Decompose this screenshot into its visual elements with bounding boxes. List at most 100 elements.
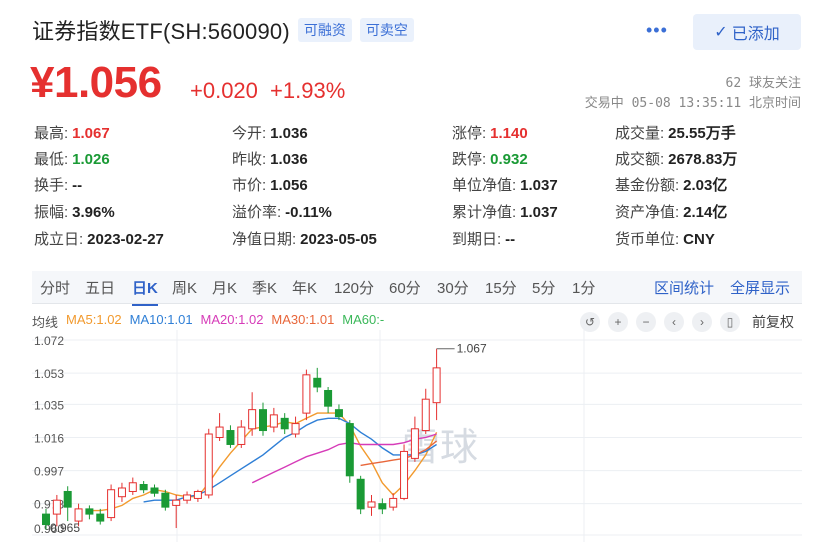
max-price-label: 1.067: [457, 342, 487, 356]
stat-net-assets: 资产净值: 2.14亿: [615, 204, 728, 221]
tab-intraday[interactable]: 分时: [40, 277, 70, 298]
interval-stats-link[interactable]: 区间统计: [654, 277, 714, 298]
added-label: 已添加: [731, 26, 780, 43]
stat-acc-nav: 累计净值: 1.037: [452, 204, 558, 221]
candle: [410, 416, 419, 462]
stat-amount: 成交额: 2678.83万: [615, 151, 738, 168]
candle-body: [269, 414, 278, 428]
adjust-mode-label[interactable]: 前复权: [752, 312, 794, 332]
tab-120min[interactable]: 120分: [334, 277, 374, 298]
candle: [117, 482, 126, 502]
change-percent: +1.93%: [270, 78, 346, 103]
candle: [237, 420, 246, 448]
stock-header: 证券指数ETF(SH:560090) 可融资 可卖空: [32, 14, 414, 46]
chevron-left-icon[interactable]: ‹: [664, 312, 684, 332]
candle-body: [237, 426, 246, 445]
added-watchlist-button[interactable]: ✓ 已添加: [693, 14, 801, 50]
candle-body: [128, 482, 137, 492]
candle: [204, 428, 213, 499]
candle: [63, 486, 72, 522]
candle-body: [248, 409, 257, 430]
candle-body: [161, 492, 170, 508]
candle: [345, 420, 354, 483]
candle: [139, 481, 148, 494]
candle-body: [313, 377, 322, 388]
candle-body: [324, 389, 333, 407]
candle: [107, 484, 116, 522]
candle-body: [150, 487, 159, 494]
tab-quarterly-k[interactable]: 季K: [252, 277, 277, 298]
stat-premium: 溢价率: -0.11%: [232, 204, 332, 221]
candle: [313, 367, 322, 393]
tab-5min[interactable]: 5分: [532, 277, 555, 298]
candle-body: [389, 497, 398, 508]
candle: [85, 505, 94, 520]
tab-60min[interactable]: 60分: [389, 277, 421, 298]
stat-low: 最低: 1.026: [34, 151, 110, 168]
reset-icon[interactable]: ↺: [580, 312, 600, 332]
candle-body: [172, 499, 181, 506]
candle-body: [139, 484, 148, 491]
ma10-value: MA10:1.01: [129, 312, 193, 327]
candle-body: [345, 423, 354, 477]
stat-volume: 成交量: 25.55万手: [615, 125, 736, 142]
tab-monthly-k[interactable]: 月K: [212, 277, 237, 298]
stat-limit-up: 涨停: 1.140: [452, 125, 528, 142]
candle: [432, 348, 441, 421]
short-tag[interactable]: 可卖空: [359, 18, 414, 42]
ma30-value: MA30:1.01: [271, 312, 335, 327]
tab-30min[interactable]: 30分: [437, 277, 469, 298]
stat-high: 最高: 1.067: [34, 125, 110, 142]
stat-nav-date: 净值日期: 2023-05-05: [232, 231, 377, 248]
candle-body: [291, 423, 300, 435]
fullscreen-link[interactable]: 全屏显示: [730, 277, 790, 298]
chevron-right-icon[interactable]: ›: [692, 312, 712, 332]
tab-15min[interactable]: 15分: [485, 277, 517, 298]
y-tick-label: 1.053: [34, 367, 64, 381]
tab-five-day[interactable]: 五日: [85, 277, 115, 298]
candle-body: [204, 433, 213, 496]
y-tick-label: 1.072: [34, 334, 64, 348]
candle-type-icon[interactable]: ▯: [720, 312, 740, 332]
candle: [356, 475, 365, 515]
margin-tag[interactable]: 可融资: [297, 18, 352, 42]
stat-fund-shares: 基金份额: 2.03亿: [615, 177, 728, 194]
y-tick-label: 1.016: [34, 432, 64, 446]
price-change: +0.020 +1.93%: [190, 78, 351, 104]
tab-daily-k[interactable]: 日K: [132, 277, 158, 306]
stat-listed: 成立日: 2023-02-27: [34, 231, 164, 248]
candlestick-chart[interactable]: 1.0721.0531.0351.0160.9970.9780.960 雪球 1…: [32, 330, 802, 542]
ma-label: 均线: [32, 315, 59, 330]
candle-body: [259, 409, 267, 432]
candle: [389, 493, 398, 511]
candle-body: [42, 513, 50, 526]
tab-yearly-k[interactable]: 年K: [292, 277, 317, 298]
chart-toolbar: ↺ + − ‹ › ▯ 前复权: [580, 312, 794, 332]
candle-body: [410, 428, 419, 459]
candle-body: [367, 501, 376, 508]
candle: [269, 407, 278, 433]
more-options-icon[interactable]: •••: [646, 20, 668, 41]
candle: [248, 392, 257, 436]
candle: [302, 369, 311, 421]
stat-currency: 货币单位: CNY: [615, 231, 715, 248]
change-value: +0.020: [190, 78, 258, 103]
candle: [183, 491, 192, 504]
ma5-value: MA5:1.02: [66, 312, 122, 327]
stock-title: 证券指数ETF(SH:560090): [32, 19, 290, 44]
candle: [150, 484, 159, 497]
zoom-in-icon[interactable]: +: [608, 312, 628, 332]
stat-expiry: 到期日: --: [452, 231, 516, 248]
candle-body: [215, 426, 224, 439]
current-price: ¥1.056: [30, 58, 162, 107]
candle-body: [52, 499, 61, 515]
tab-1min[interactable]: 1分: [572, 277, 595, 298]
candle: [291, 416, 300, 438]
tab-weekly-k[interactable]: 周K: [172, 277, 197, 298]
followers-count[interactable]: 62 球友关注: [726, 72, 801, 91]
zoom-out-icon[interactable]: −: [636, 312, 656, 332]
candle-body: [334, 409, 343, 418]
candle: [324, 387, 333, 414]
candle: [280, 413, 289, 435]
candle-body: [280, 417, 289, 430]
